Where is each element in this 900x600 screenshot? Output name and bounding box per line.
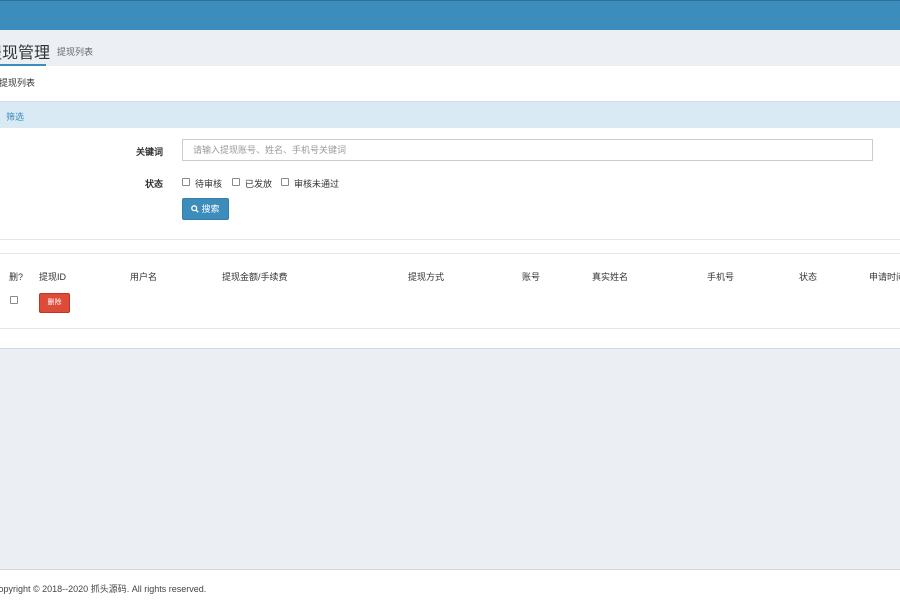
search-icon	[191, 200, 200, 220]
page-subtitle: 提现列表	[57, 47, 94, 57]
filter-title: 筛选	[6, 112, 25, 122]
status-option-rejected: 审核未通过	[294, 179, 340, 189]
column-header-account: 账号	[522, 272, 541, 282]
delete-button[interactable]: 删除	[39, 293, 70, 313]
status-option-paid: 已发放	[245, 179, 273, 189]
column-header-method: 提现方式	[408, 272, 445, 282]
column-header-status: 状态	[799, 272, 818, 282]
filter-divider	[0, 239, 900, 240]
status-label: 状态	[145, 179, 164, 189]
table-bottom-divider	[0, 328, 900, 329]
table-top-divider	[0, 253, 900, 254]
column-header-username: 用户名	[130, 272, 158, 282]
page-title: 提现管理	[0, 45, 51, 62]
column-header-phone: 手机号	[707, 272, 735, 282]
top-navbar	[0, 0, 900, 30]
keyword-label: 关键词	[136, 147, 164, 157]
status-checkbox-rejected[interactable]	[281, 178, 289, 186]
footer: Copyright © 2018--2020 抓头源码. All rights …	[0, 569, 900, 600]
copyright-text: Copyright © 2018--2020 抓头源码. All rights …	[0, 584, 207, 594]
column-header-apply-time: 申请时间	[869, 272, 900, 282]
status-checkbox-pending[interactable]	[182, 178, 190, 186]
tab-withdraw-list[interactable]: 提现列表	[0, 76, 35, 89]
keyword-search-input[interactable]	[182, 139, 873, 161]
status-checkbox-paid[interactable]	[232, 178, 240, 186]
search-button[interactable]: 搜索	[182, 198, 229, 220]
page-header: 提现管理 提现列表	[0, 30, 900, 66]
search-button-label: 搜索	[201, 204, 220, 214]
select-all-checkbox[interactable]	[10, 296, 18, 304]
status-option-pending: 待审核	[195, 179, 223, 189]
column-header-id: 提现ID	[39, 272, 67, 282]
column-header-real-name: 真实姓名	[592, 272, 629, 282]
column-header-amount-fee: 提现金额/手续费	[222, 272, 288, 282]
filter-bar: 筛选	[0, 101, 900, 128]
column-header-select: 删?	[9, 272, 24, 282]
content-box: 提现列表 筛选 关键词 状态 待审核 已发放 审核未通过 搜索 删? 提现ID …	[0, 66, 900, 349]
